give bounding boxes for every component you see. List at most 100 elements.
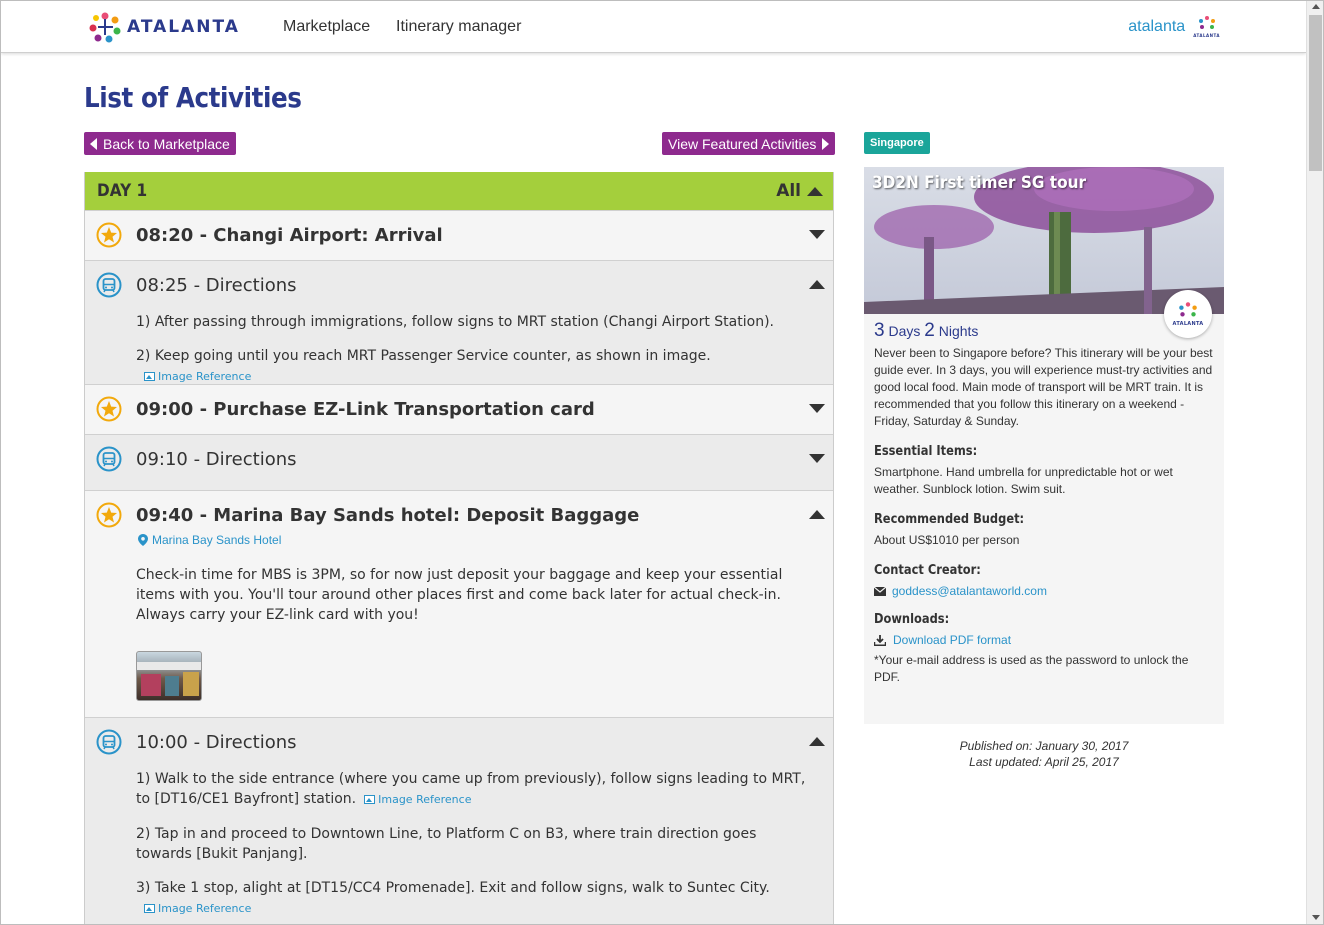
star-icon	[96, 502, 122, 528]
last-updated-date: Last updated: April 25, 2017	[969, 755, 1119, 769]
image-reference-label: Image Reference	[158, 902, 252, 915]
contact-email-link[interactable]: goddess@atalantaworld.com	[874, 584, 1214, 598]
user-name[interactable]: atalanta	[1128, 18, 1185, 36]
directions-row[interactable]: 08:25 - Directions 1) After passing thro…	[85, 260, 833, 384]
caret-down-icon[interactable]	[809, 230, 825, 239]
star-icon	[96, 222, 122, 248]
day-label: DAY 1	[97, 181, 148, 201]
duration: 3 Days 2 Nights	[874, 320, 1214, 342]
tour-description: Never been to Singapore before? This iti…	[874, 346, 1213, 428]
caret-down-icon[interactable]	[809, 404, 825, 413]
budget-value: About US$1010 per person	[874, 533, 1020, 547]
expand-all-toggle[interactable]: All	[776, 181, 823, 201]
activity-title: 09:40 - Marina Bay Sands hotel: Deposit …	[136, 505, 640, 526]
directions-row[interactable]: 10:00 - Directions 1) Walk to the side e…	[85, 717, 833, 924]
activity-row[interactable]: 09:40 - Marina Bay Sands hotel: Deposit …	[85, 490, 833, 717]
logo-text: ATALANTA	[127, 17, 240, 37]
user-menu[interactable]: atalanta ATALANTA	[1128, 15, 1220, 38]
nav-itinerary-manager[interactable]: Itinerary manager	[396, 18, 521, 36]
direction-step-text: 3) Take 1 stop, alight at [DT15/CC4 Prom…	[136, 880, 770, 896]
direction-step: 1) Walk to the side entrance (where you …	[136, 769, 811, 810]
caret-down-icon[interactable]	[809, 454, 825, 463]
bus-icon	[96, 446, 122, 472]
location-tag[interactable]: Singapore	[864, 132, 930, 154]
featured-button-label: View Featured Activities	[668, 135, 817, 152]
arrow-left-icon	[90, 137, 97, 150]
page-scrollbar[interactable]	[1306, 1, 1323, 924]
caret-up-icon[interactable]	[809, 737, 825, 746]
scroll-thumb[interactable]	[1309, 15, 1322, 171]
download-pdf-link[interactable]: Download PDF format	[874, 633, 1214, 647]
direction-step-text: 2) Keep going until you reach MRT Passen…	[136, 348, 711, 364]
creator-badge[interactable]: ATALANTA	[1164, 290, 1212, 338]
scroll-down-arrow-icon[interactable]	[1312, 915, 1320, 920]
directions-title: 10:00 - Directions	[136, 732, 297, 753]
caret-up-icon[interactable]	[809, 510, 825, 519]
essential-items-value: Smartphone. Hand umbrella for unpredicta…	[874, 465, 1173, 496]
star-icon	[96, 396, 122, 422]
map-pin-icon	[138, 534, 148, 546]
days-number: 3	[874, 320, 885, 341]
activity-row[interactable]: 08:20 - Changi Airport: Arrival	[85, 210, 833, 260]
directions-row[interactable]: 09:10 - Directions	[85, 434, 833, 490]
top-navbar: ATALANTA Marketplace Itinerary manager a…	[1, 1, 1306, 53]
image-reference-link[interactable]: Image Reference	[364, 793, 471, 806]
directions-title: 08:25 - Directions	[136, 275, 297, 296]
creator-badge-icon	[1179, 302, 1197, 317]
back-to-marketplace-button[interactable]: Back to Marketplace	[84, 132, 236, 155]
activity-row[interactable]: 09:00 - Purchase EZ-Link Transportation …	[85, 384, 833, 434]
itinerary-summary-card: 3D2N First timer SG tour ATALANTA 3 Days…	[864, 167, 1224, 724]
tour-title: 3D2N First timer SG tour	[872, 173, 1087, 193]
bus-icon	[96, 272, 122, 298]
contact-email[interactable]: goddess@atalantaworld.com	[892, 584, 1047, 598]
day-header[interactable]: DAY 1 All	[85, 172, 833, 210]
atalanta-logo[interactable]: ATALANTA	[87, 9, 240, 45]
activity-title: 08:20 - Changi Airport: Arrival	[136, 225, 443, 246]
location-link[interactable]: Marina Bay Sands Hotel	[138, 533, 281, 547]
back-button-label: Back to Marketplace	[103, 135, 230, 152]
image-icon	[144, 372, 155, 381]
activity-title: 09:00 - Purchase EZ-Link Transportation …	[136, 399, 595, 420]
directions-title: 09:10 - Directions	[136, 449, 297, 470]
arrow-right-icon	[822, 137, 830, 150]
nav-marketplace[interactable]: Marketplace	[283, 18, 370, 36]
bus-icon	[96, 729, 122, 755]
scroll-up-arrow-icon[interactable]	[1312, 4, 1320, 9]
image-reference-link[interactable]: Image Reference	[144, 370, 251, 383]
direction-step: 2) Tap in and proceed to Downtown Line, …	[136, 826, 757, 862]
image-icon	[364, 795, 376, 804]
image-reference-label: Image Reference	[378, 793, 472, 806]
downloads-heading: Downloads:	[874, 612, 950, 627]
essential-items-heading: Essential Items:	[874, 444, 978, 459]
view-featured-activities-button[interactable]: View Featured Activities	[662, 132, 836, 155]
direction-step: 2) Keep going until you reach MRT Passen…	[136, 346, 811, 387]
creator-badge-text: ATALANTA	[1172, 321, 1204, 327]
image-reference-link[interactable]: Image Reference	[144, 902, 251, 915]
user-avatar[interactable]: ATALANTA	[1193, 15, 1220, 38]
activity-photo-thumbnail[interactable]	[136, 651, 202, 701]
all-label: All	[776, 181, 801, 201]
browser-viewport: ATALANTA Marketplace Itinerary manager a…	[0, 0, 1324, 925]
activity-description: Check-in time for MBS is 3PM, so for now…	[136, 567, 783, 623]
activity-list: DAY 1 All 08:20 - Changi Airport: Arriva…	[84, 172, 834, 924]
direction-step: 3) Take 1 stop, alight at [DT15/CC4 Prom…	[136, 878, 811, 919]
image-reference-label: Image Reference	[158, 370, 252, 383]
page-title: List of Activities	[84, 81, 302, 114]
image-icon	[144, 904, 155, 913]
days-label: Days	[888, 323, 921, 339]
publication-info: Published on: January 30, 2017 Last upda…	[864, 738, 1224, 770]
download-icon	[874, 634, 886, 646]
budget-heading: Recommended Budget:	[874, 512, 1025, 527]
envelope-icon	[874, 586, 886, 596]
caret-up-icon	[807, 186, 823, 196]
user-avatar-text: ATALANTA	[1193, 33, 1220, 38]
nights-label: Nights	[938, 323, 979, 339]
published-date: Published on: January 30, 2017	[959, 739, 1129, 753]
direction-step: 1) After passing through immigrations, f…	[136, 314, 774, 330]
location-label: Marina Bay Sands Hotel	[152, 533, 282, 547]
user-avatar-icon	[1198, 16, 1215, 29]
download-pdf-label[interactable]: Download PDF format	[893, 633, 1011, 647]
atalanta-logo-icon	[89, 12, 121, 43]
download-note: *Your e-mail address is used as the pass…	[874, 653, 1189, 684]
caret-up-icon[interactable]	[809, 280, 825, 289]
